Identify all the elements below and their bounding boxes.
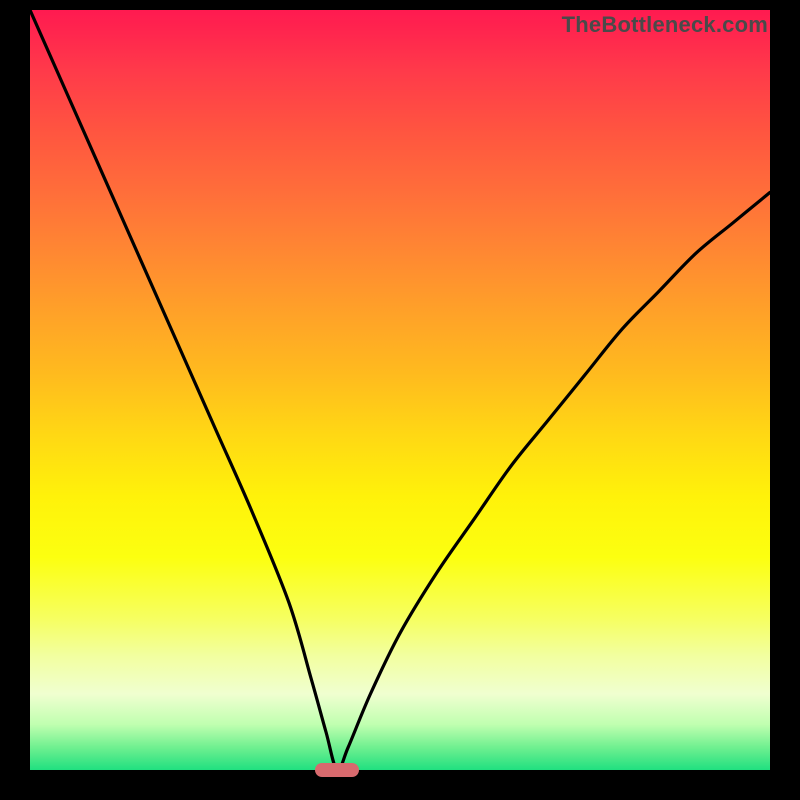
plot-area (30, 10, 770, 770)
chart-frame: TheBottleneck.com (0, 0, 800, 800)
bottleneck-curve (30, 10, 770, 770)
curve-path (30, 10, 770, 770)
watermark-text: TheBottleneck.com (562, 12, 768, 38)
optimal-marker (315, 763, 359, 777)
